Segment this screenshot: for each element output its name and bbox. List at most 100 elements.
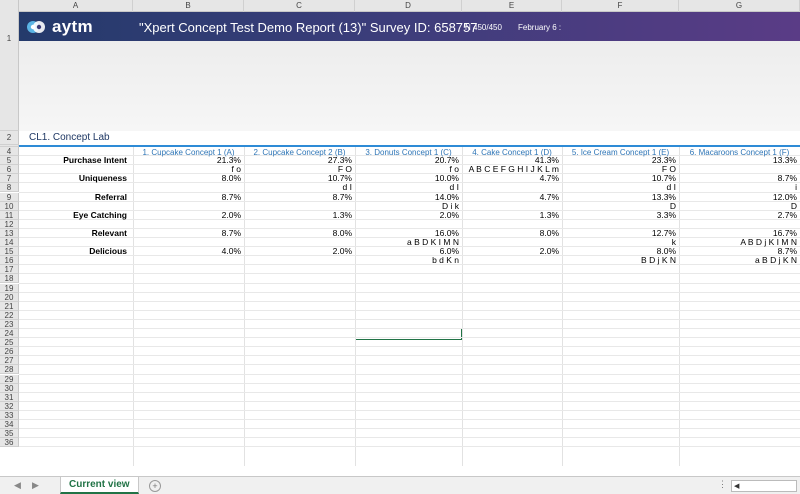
row-header-7[interactable]: 7 [0,174,19,184]
select-all-corner[interactable] [0,0,19,12]
metric-value[interactable]: 12.7% [562,228,676,238]
row-header-11[interactable]: 11 [0,210,19,220]
grid-row-line [19,400,800,402]
metric-value[interactable]: 13.3% [679,156,797,165]
column-header-c[interactable]: C [244,0,355,12]
metric-value[interactable]: 2.7% [679,210,797,220]
row-header-14[interactable]: 14 [0,238,19,248]
row-header-4[interactable]: 4 [0,147,19,157]
aytm-logo: aytm [25,16,93,38]
add-sheet-icon[interactable]: + [149,480,161,492]
report-date: February 6 : [518,23,562,32]
metric-value[interactable]: 8.7% [244,192,352,202]
metric-value[interactable]: 23.3% [562,156,676,165]
row-header-2[interactable]: 2 [0,131,19,145]
metric-label: Eye Catching [73,209,127,220]
row-header-30[interactable]: 30 [0,383,19,393]
row-header-25[interactable]: 25 [0,338,19,348]
row-header-28[interactable]: 28 [0,365,19,375]
row-header-8[interactable]: 8 [0,183,19,193]
column-header-g[interactable]: G [679,0,800,12]
significance-letters[interactable]: B D j K N [562,256,676,265]
column-header-a[interactable]: A [19,0,133,12]
sheet-tab-current-view[interactable]: Current view [60,477,139,494]
row-header-16[interactable]: 16 [0,256,19,266]
metric-value[interactable]: 8.0% [462,228,559,238]
horizontal-scrollbar[interactable]: ◀ [731,480,797,492]
significance-letters[interactable]: a B D j K N [679,256,797,265]
aytm-logo-icon [25,16,47,38]
report-banner: aytm "Xpert Concept Test Demo Report (13… [19,12,800,41]
row-header-15[interactable]: 15 [0,247,19,257]
metric-value[interactable]: 2.0% [133,210,241,220]
metric-value[interactable]: 4.7% [462,192,559,202]
grid-row-line [19,309,800,311]
column-header-f[interactable]: F [562,0,679,12]
metric-value[interactable]: 4.0% [133,247,241,256]
row-header-5[interactable]: 5 [0,156,19,166]
selected-cell[interactable] [355,328,462,340]
row-header-6[interactable]: 6 [0,165,19,175]
row-header-36[interactable]: 36 [0,438,19,448]
grid-row-line [19,373,800,375]
metric-value[interactable]: 13.3% [562,192,676,202]
row-header-31[interactable]: 31 [0,392,19,402]
column-header-e[interactable]: E [462,0,562,12]
metric-value[interactable]: 8.7% [133,192,241,202]
row-header-1[interactable]: 1 [0,12,19,131]
row-header-13[interactable]: 13 [0,228,19,238]
sheet-tab-bar: ◀ ▶ Current view + ⋮ ◀ [0,476,800,494]
metric-value[interactable]: 10.0% [355,174,459,183]
column-header-d[interactable]: D [355,0,462,12]
metric-value[interactable]: 8.0% [244,228,352,238]
row-header-35[interactable]: 35 [0,429,19,439]
row-header-17[interactable]: 17 [0,265,19,275]
metric-value[interactable]: 8.0% [133,174,241,183]
header-band [19,41,800,131]
row-header-22[interactable]: 22 [0,310,19,320]
metric-value[interactable]: 21.3% [133,156,241,165]
metric-value[interactable]: 1.3% [462,210,559,220]
metric-value[interactable]: 3.3% [562,210,676,220]
more-options-icon[interactable]: ⋮ [718,479,727,490]
metric-value[interactable]: 2.0% [355,210,459,220]
grid-row-line [19,346,800,348]
row-header-19[interactable]: 19 [0,283,19,293]
metric-value[interactable]: 10.7% [244,174,352,183]
row-header-10[interactable]: 10 [0,201,19,211]
grid-row-line [19,382,800,384]
metric-value[interactable]: 12.0% [679,192,797,202]
spreadsheet-grid[interactable]: 1. Cupcake Concept 1 (A) 2. Cupcake Conce… [19,147,800,466]
scroll-left-icon[interactable]: ◀ [734,482,739,490]
grid-row-line [19,419,800,420]
row-header-9[interactable]: 9 [0,192,19,202]
metric-value[interactable]: 2.0% [244,247,352,256]
row-header-18[interactable]: 18 [0,274,19,284]
row-header-23[interactable]: 23 [0,319,19,329]
row-header-29[interactable]: 29 [0,374,19,384]
metric-value[interactable]: 27.3% [244,156,352,165]
metric-value[interactable]: 8.7% [133,228,241,238]
metric-label: Purchase Intent [63,155,127,166]
row-header-20[interactable]: 20 [0,292,19,302]
row-header-21[interactable]: 21 [0,301,19,311]
metric-value[interactable]: 2.0% [462,247,559,256]
metric-value[interactable]: 20.7% [355,156,459,165]
row-header-27[interactable]: 27 [0,356,19,366]
metric-value[interactable]: 10.7% [562,174,676,183]
metric-value[interactable]: 8.7% [679,174,797,183]
significance-letters[interactable]: b d K n [355,256,459,265]
row-header-26[interactable]: 26 [0,347,19,357]
metric-value[interactable]: 4.7% [462,174,559,183]
next-sheet-icon[interactable]: ▶ [32,480,39,491]
prev-sheet-icon[interactable]: ◀ [14,480,21,491]
row-header-24[interactable]: 24 [0,329,19,339]
row-header-34[interactable]: 34 [0,420,19,430]
column-header-b[interactable]: B [133,0,244,12]
grid-row-line [19,409,800,411]
row-header-12[interactable]: 12 [0,219,19,229]
metric-value[interactable]: 1.3% [244,210,352,220]
grid-row-line [19,337,800,339]
row-header-33[interactable]: 33 [0,410,19,420]
row-header-32[interactable]: 32 [0,401,19,411]
